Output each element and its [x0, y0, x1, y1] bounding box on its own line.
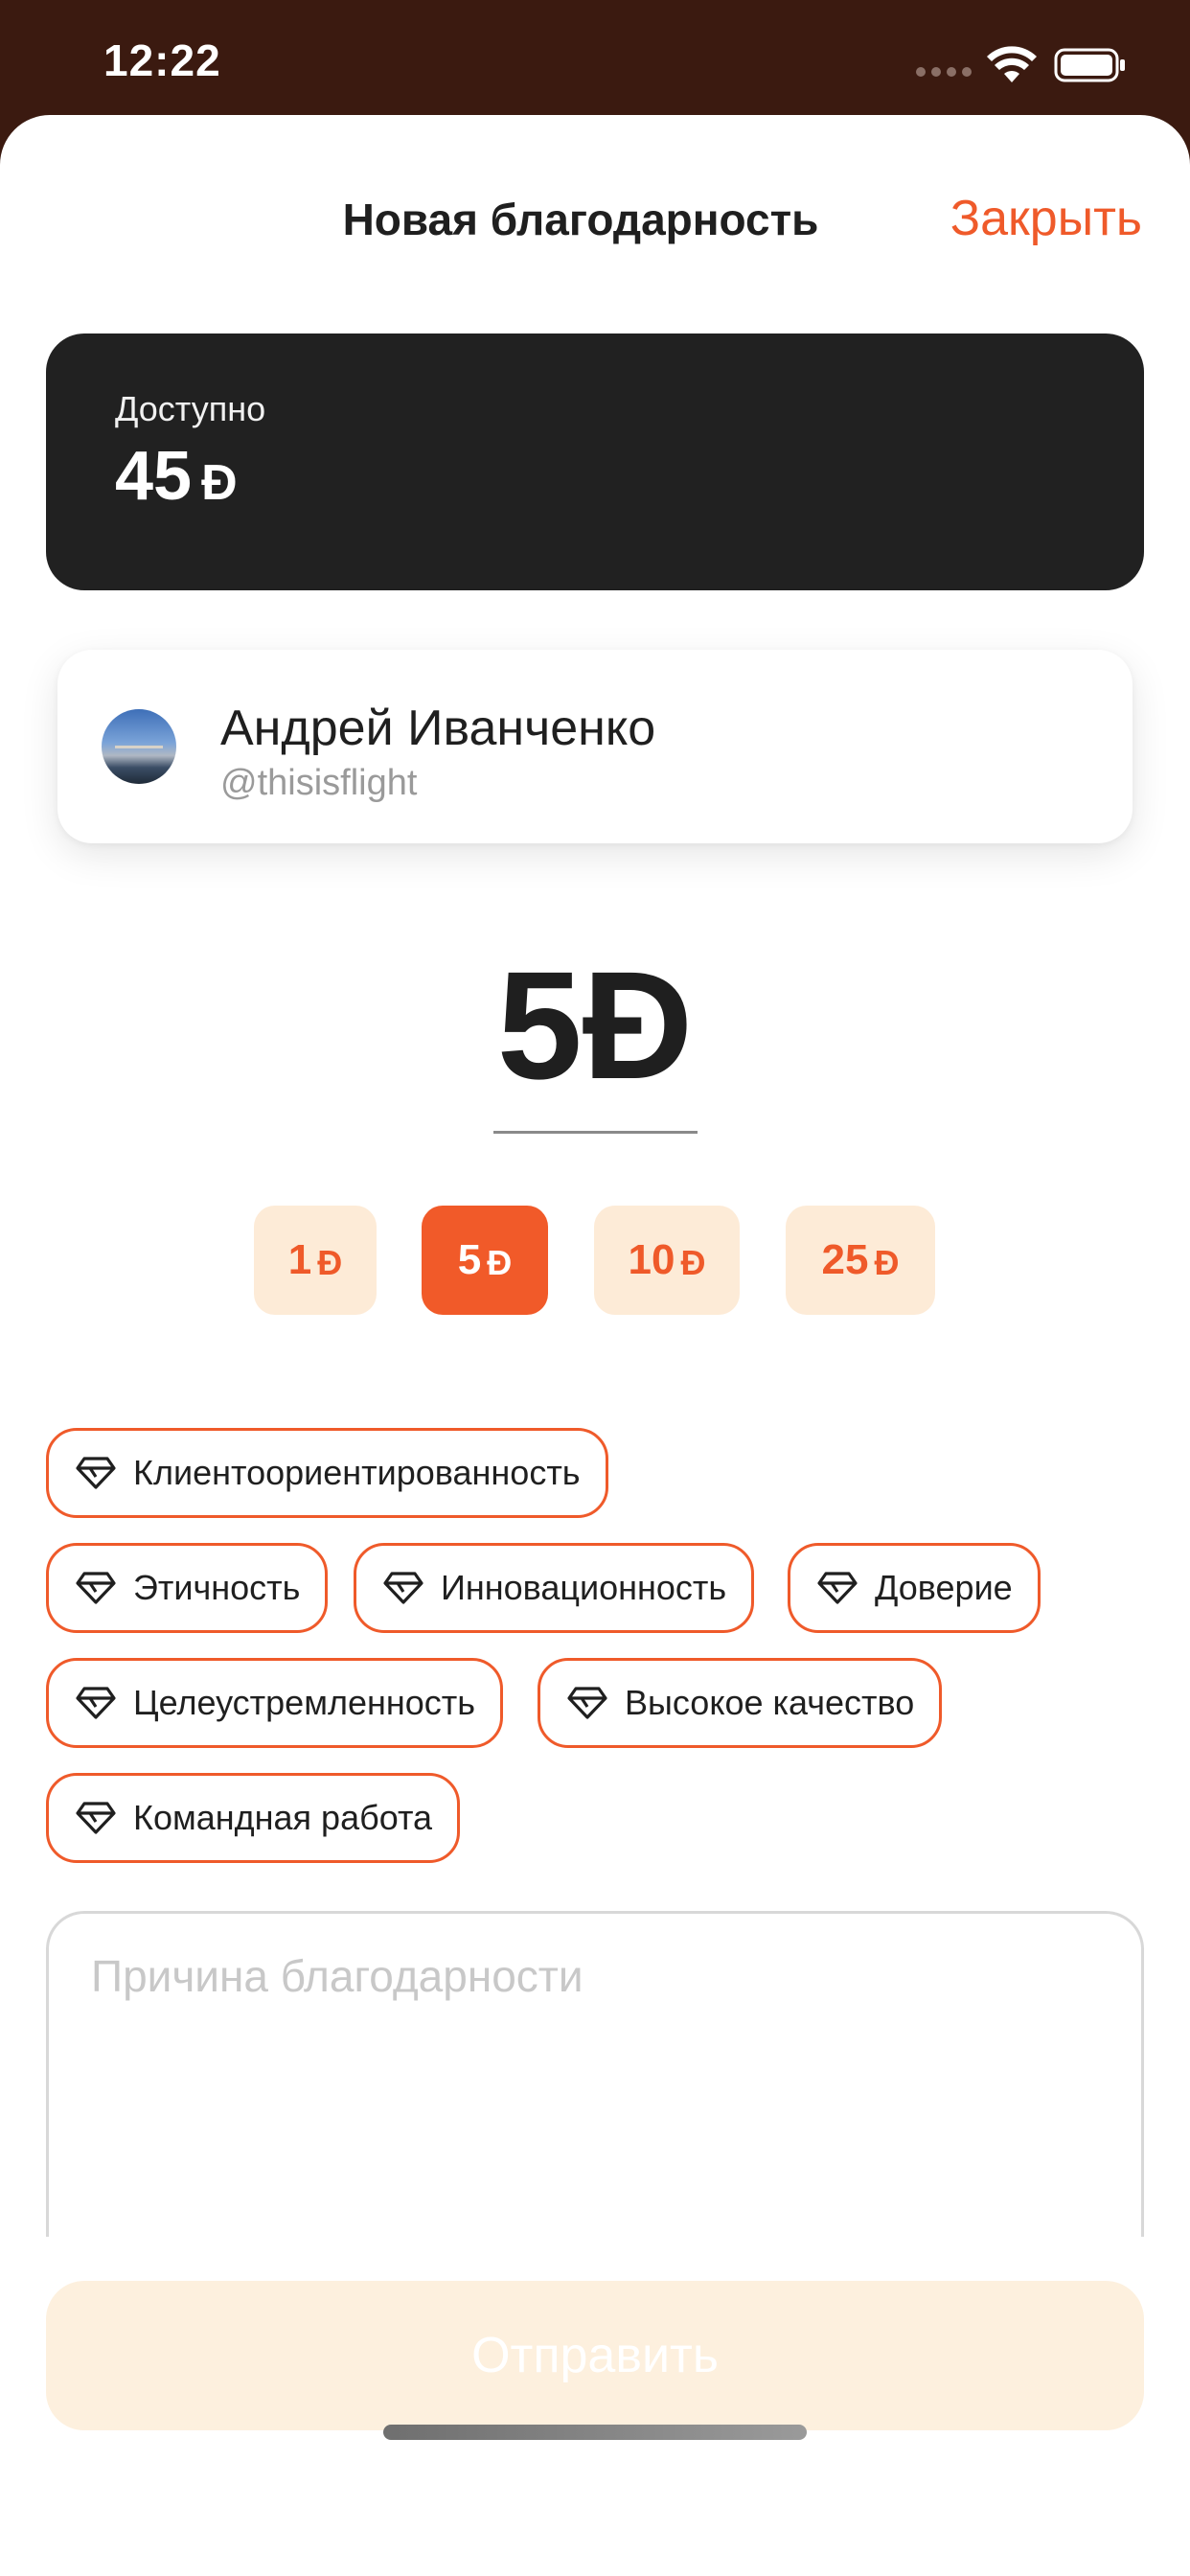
diamond-icon: [76, 1572, 116, 1604]
amount-chip-currency: Đ: [680, 1243, 706, 1282]
battery-icon: [1054, 48, 1125, 82]
diamond-icon: [567, 1687, 607, 1719]
balance-value: 45 Đ: [115, 437, 238, 516]
recipient-card[interactable]: Андрей Иванченко @thisisflight: [57, 650, 1133, 843]
diamond-icon: [383, 1572, 423, 1604]
diamond-icon: [817, 1572, 858, 1604]
diamond-icon: [76, 1687, 116, 1719]
amount-chip-label: 10: [628, 1236, 675, 1283]
value-tag-label: Инновационность: [441, 1568, 727, 1607]
value-tag-label: Доверие: [875, 1568, 1013, 1607]
balance-amount: 45: [115, 438, 193, 515]
amount-underline: [493, 1131, 698, 1134]
amount-chip-5[interactable]: 5Đ: [422, 1206, 548, 1315]
value-tag-label: Высокое качество: [625, 1683, 915, 1722]
amount-value: 5: [496, 939, 583, 1111]
recipient-handle: @thisisflight: [220, 763, 418, 803]
wifi-icon: [987, 46, 1037, 82]
diamond-icon: [76, 1457, 116, 1489]
amount-chip-currency: Đ: [874, 1243, 900, 1282]
value-tag-label: Этичность: [133, 1568, 301, 1607]
value-tag-label: Командная работа: [133, 1798, 433, 1837]
recipient-name: Андрей Иванченко: [220, 701, 656, 756]
value-tag-innovation[interactable]: Инновационность: [354, 1543, 755, 1633]
value-tag-client-focus[interactable]: Клиентоориентированность: [46, 1428, 608, 1518]
value-tag-purposefulness[interactable]: Целеустремленность: [46, 1658, 504, 1748]
value-tag-teamwork[interactable]: Командная работа: [46, 1773, 461, 1863]
avatar: [102, 709, 176, 784]
amount-display[interactable]: 5Đ: [0, 949, 1190, 1102]
amount-chip-currency: Đ: [317, 1243, 343, 1282]
new-thanks-sheet: Новая благодарность Закрыть Доступно 45 Đ…: [0, 115, 1190, 2576]
value-tag-trust[interactable]: Доверие: [788, 1543, 1041, 1633]
send-button[interactable]: Отправить: [46, 2281, 1144, 2430]
amount-chip-1[interactable]: 1Đ: [254, 1206, 377, 1315]
cellular-signal-icon: [916, 67, 972, 77]
amount-chip-currency: Đ: [487, 1243, 513, 1282]
amount-currency-symbol: Đ: [582, 939, 694, 1111]
status-time: 12:22: [103, 35, 221, 85]
amount-chip-10[interactable]: 10 Đ: [594, 1206, 740, 1315]
diamond-icon: [76, 1802, 116, 1834]
value-tag-label: Целеустремленность: [133, 1683, 476, 1722]
status-bar: 12:22: [0, 0, 1190, 125]
balance-card: Доступно 45 Đ: [46, 334, 1144, 590]
amount-chip-label: 25: [821, 1236, 869, 1283]
home-indicator: [383, 2425, 807, 2440]
balance-currency-symbol: Đ: [201, 455, 238, 511]
value-tag-ethics[interactable]: Этичность: [46, 1543, 329, 1633]
amount-chip-label: 5: [457, 1236, 482, 1283]
balance-label: Доступно: [115, 389, 266, 428]
value-tag-high-quality[interactable]: Высокое качество: [538, 1658, 943, 1748]
reason-textarea[interactable]: [46, 1911, 1144, 2237]
amount-chip-25[interactable]: 25 Đ: [786, 1206, 935, 1315]
close-button[interactable]: Закрыть: [950, 190, 1142, 247]
value-tag-label: Клиентоориентированность: [133, 1453, 581, 1492]
amount-chip-label: 1: [287, 1236, 312, 1283]
